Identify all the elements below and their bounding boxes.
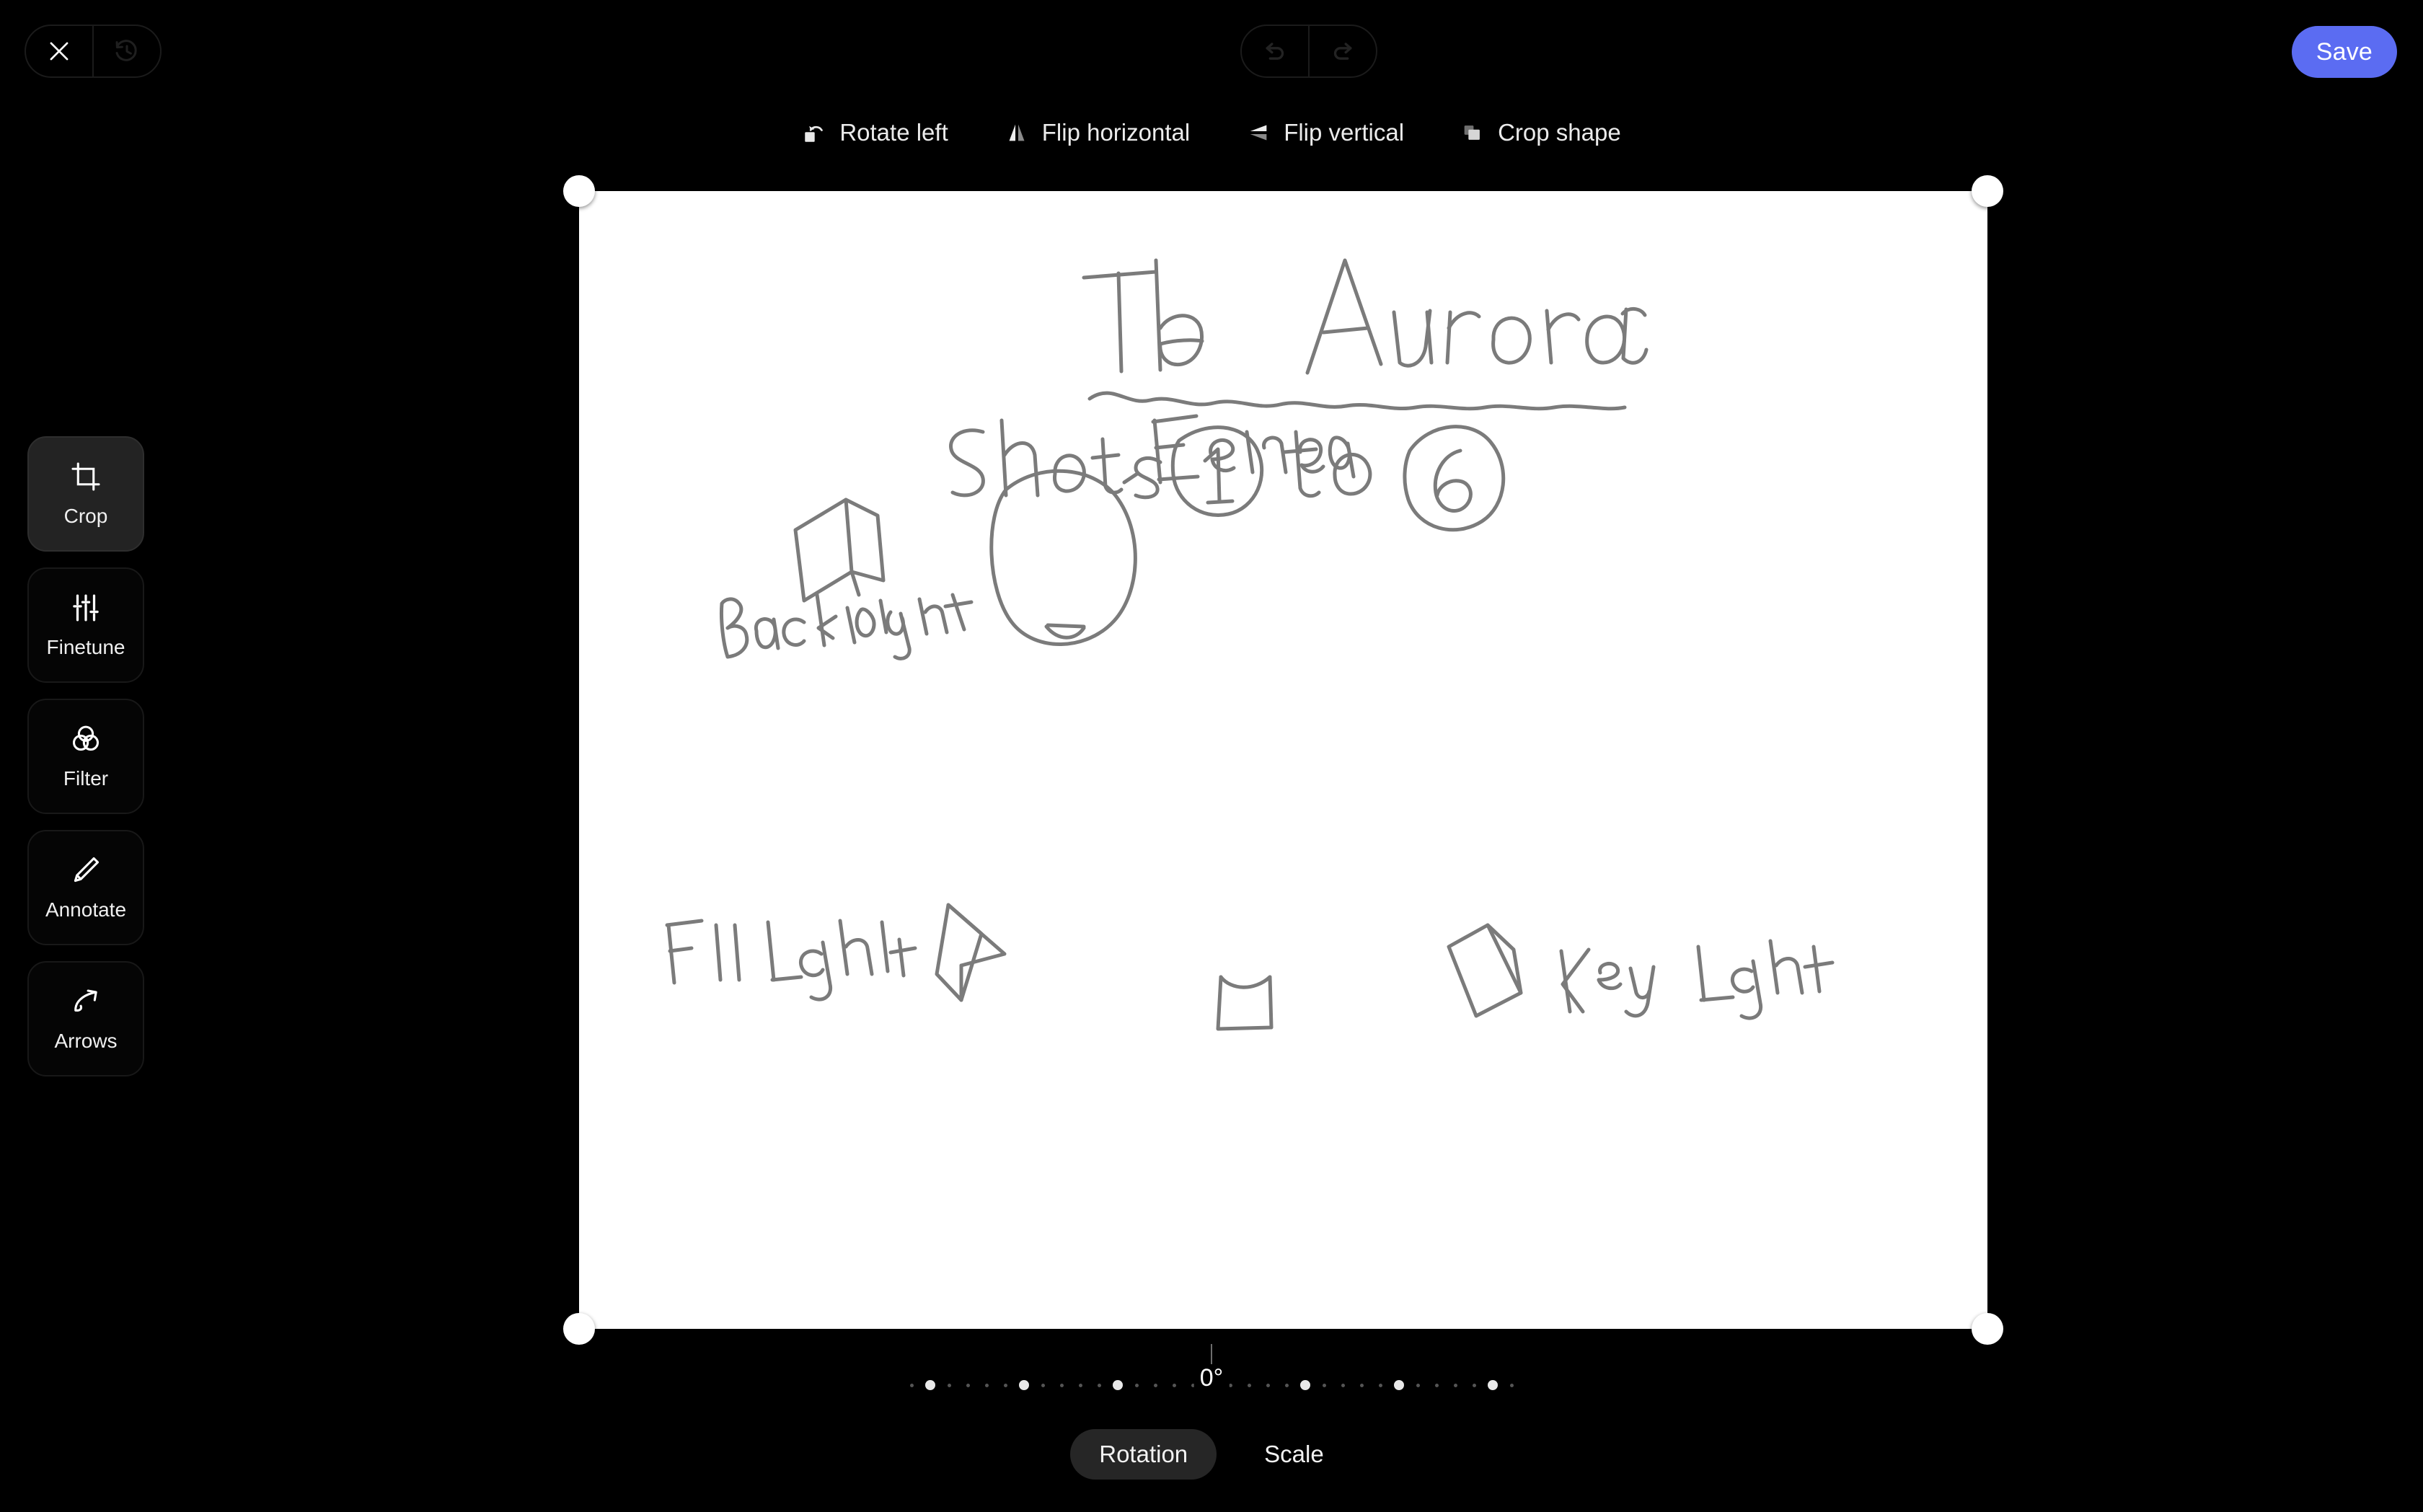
close-icon <box>50 42 69 61</box>
history-revert-icon <box>115 40 137 61</box>
transform-mode-tabs: Rotation Scale <box>0 1429 2423 1480</box>
rotation-tick <box>921 1380 940 1390</box>
save-button[interactable]: Save <box>2291 26 2397 78</box>
image-preview <box>579 191 1987 1329</box>
rotation-tick <box>1071 1383 1090 1387</box>
top-bar: Save <box>0 0 2423 108</box>
rotate-left-label: Rotate left <box>839 119 948 146</box>
rotation-tick <box>1146 1383 1165 1387</box>
crop-canvas[interactable] <box>563 175 2003 1345</box>
crop-handle-top-right[interactable] <box>1972 175 2003 207</box>
rotation-tick <box>1277 1383 1296 1387</box>
rotation-value: 0° <box>1193 1364 1230 1392</box>
crop-icon <box>71 462 100 491</box>
rotation-tick <box>1427 1383 1446 1387</box>
sidebar-item-annotate-label: Annotate <box>45 898 127 921</box>
flip-vertical-button[interactable]: Flip vertical <box>1242 115 1408 151</box>
sidebar-item-finetune[interactable]: Finetune <box>27 567 144 683</box>
rotation-tick <box>1352 1383 1371 1387</box>
sliders-icon <box>73 594 99 622</box>
pencil-icon <box>74 857 100 883</box>
tab-rotation[interactable]: Rotation <box>1070 1429 1217 1480</box>
sidebar-item-filter-label: Filter <box>63 767 109 790</box>
save-button-label: Save <box>2316 37 2373 66</box>
rotation-tick <box>940 1383 958 1387</box>
redo-button[interactable] <box>1310 26 1376 76</box>
close-button[interactable] <box>26 26 92 76</box>
rotate-left-button[interactable]: Rotate left <box>798 115 952 151</box>
rotation-tick <box>902 1383 921 1387</box>
sidebar-item-arrows[interactable]: Arrows <box>27 961 144 1076</box>
rotation-tick <box>1033 1383 1052 1387</box>
rotation-tick <box>1127 1383 1146 1387</box>
flip-horizontal-icon <box>1009 124 1025 141</box>
flip-horizontal-button[interactable]: Flip horizontal <box>1000 115 1194 151</box>
rotate-left-icon <box>805 125 824 142</box>
crop-handle-bottom-left[interactable] <box>563 1313 595 1345</box>
rotation-tick <box>1446 1383 1465 1387</box>
crop-handle-bottom-right[interactable] <box>1972 1313 2003 1345</box>
flip-vertical-label: Flip vertical <box>1284 119 1405 146</box>
tab-scale[interactable]: Scale <box>1235 1429 1353 1480</box>
rotation-tick <box>996 1383 1015 1387</box>
rotation-tick <box>1371 1383 1390 1387</box>
undo-button[interactable] <box>1242 26 1308 76</box>
rotation-tick <box>1052 1383 1071 1387</box>
rotation-tick <box>1465 1383 1483 1387</box>
flip-horizontal-label: Flip horizontal <box>1041 119 1191 146</box>
crop-shape-icon <box>1464 125 1480 140</box>
filter-circles-icon <box>72 725 100 751</box>
tool-rail: Crop Finetune Filter Annotate Arrows <box>27 436 144 1076</box>
rotation-tick <box>1333 1383 1352 1387</box>
sidebar-item-filter[interactable]: Filter <box>27 699 144 814</box>
photo-editor-window: Save Rotate left Flip horizontal Flip ve… <box>0 0 2423 1512</box>
tab-rotation-label: Rotation <box>1099 1441 1188 1467</box>
rotation-tick <box>1408 1383 1427 1387</box>
rotation-tick <box>1240 1383 1258 1387</box>
rotation-tick <box>1165 1383 1183 1387</box>
history-pill-group <box>25 25 162 78</box>
sidebar-item-annotate[interactable]: Annotate <box>27 830 144 945</box>
storyboard-sketch <box>579 191 1987 1329</box>
rotation-tick <box>977 1383 996 1387</box>
flip-vertical-icon <box>1250 125 1267 141</box>
curved-arrow-icon <box>74 989 97 1012</box>
redo-icon <box>1333 43 1352 60</box>
crop-handle-top-left[interactable] <box>563 175 595 207</box>
sidebar-item-crop[interactable]: Crop <box>27 436 144 552</box>
rotation-tick <box>1315 1383 1333 1387</box>
crop-shape-label: Crop shape <box>1498 119 1621 146</box>
sidebar-item-arrows-label: Arrows <box>54 1030 118 1052</box>
undo-icon <box>1266 43 1284 60</box>
sidebar-item-crop-label: Crop <box>63 505 108 527</box>
rotation-slider[interactable]: 0° <box>0 1344 2423 1412</box>
rotation-tick <box>1390 1380 1408 1390</box>
crop-shape-button[interactable]: Crop shape <box>1456 115 1625 151</box>
rotation-tick <box>1090 1383 1108 1387</box>
rotation-tick <box>1483 1380 1502 1390</box>
image-utility-toolbar: Rotate left Flip horizontal Flip vertica… <box>0 110 2423 156</box>
rotation-tick <box>1015 1380 1033 1390</box>
tab-scale-label: Scale <box>1264 1441 1324 1467</box>
rotation-tick <box>1296 1380 1315 1390</box>
rotation-tick <box>1258 1383 1277 1387</box>
rotation-tick <box>958 1383 977 1387</box>
revert-button[interactable] <box>94 26 160 76</box>
undo-redo-pill-group <box>1240 25 1377 78</box>
sidebar-item-finetune-label: Finetune <box>46 636 125 658</box>
rotation-tick <box>1108 1380 1127 1390</box>
rotation-tick <box>1502 1383 1521 1387</box>
